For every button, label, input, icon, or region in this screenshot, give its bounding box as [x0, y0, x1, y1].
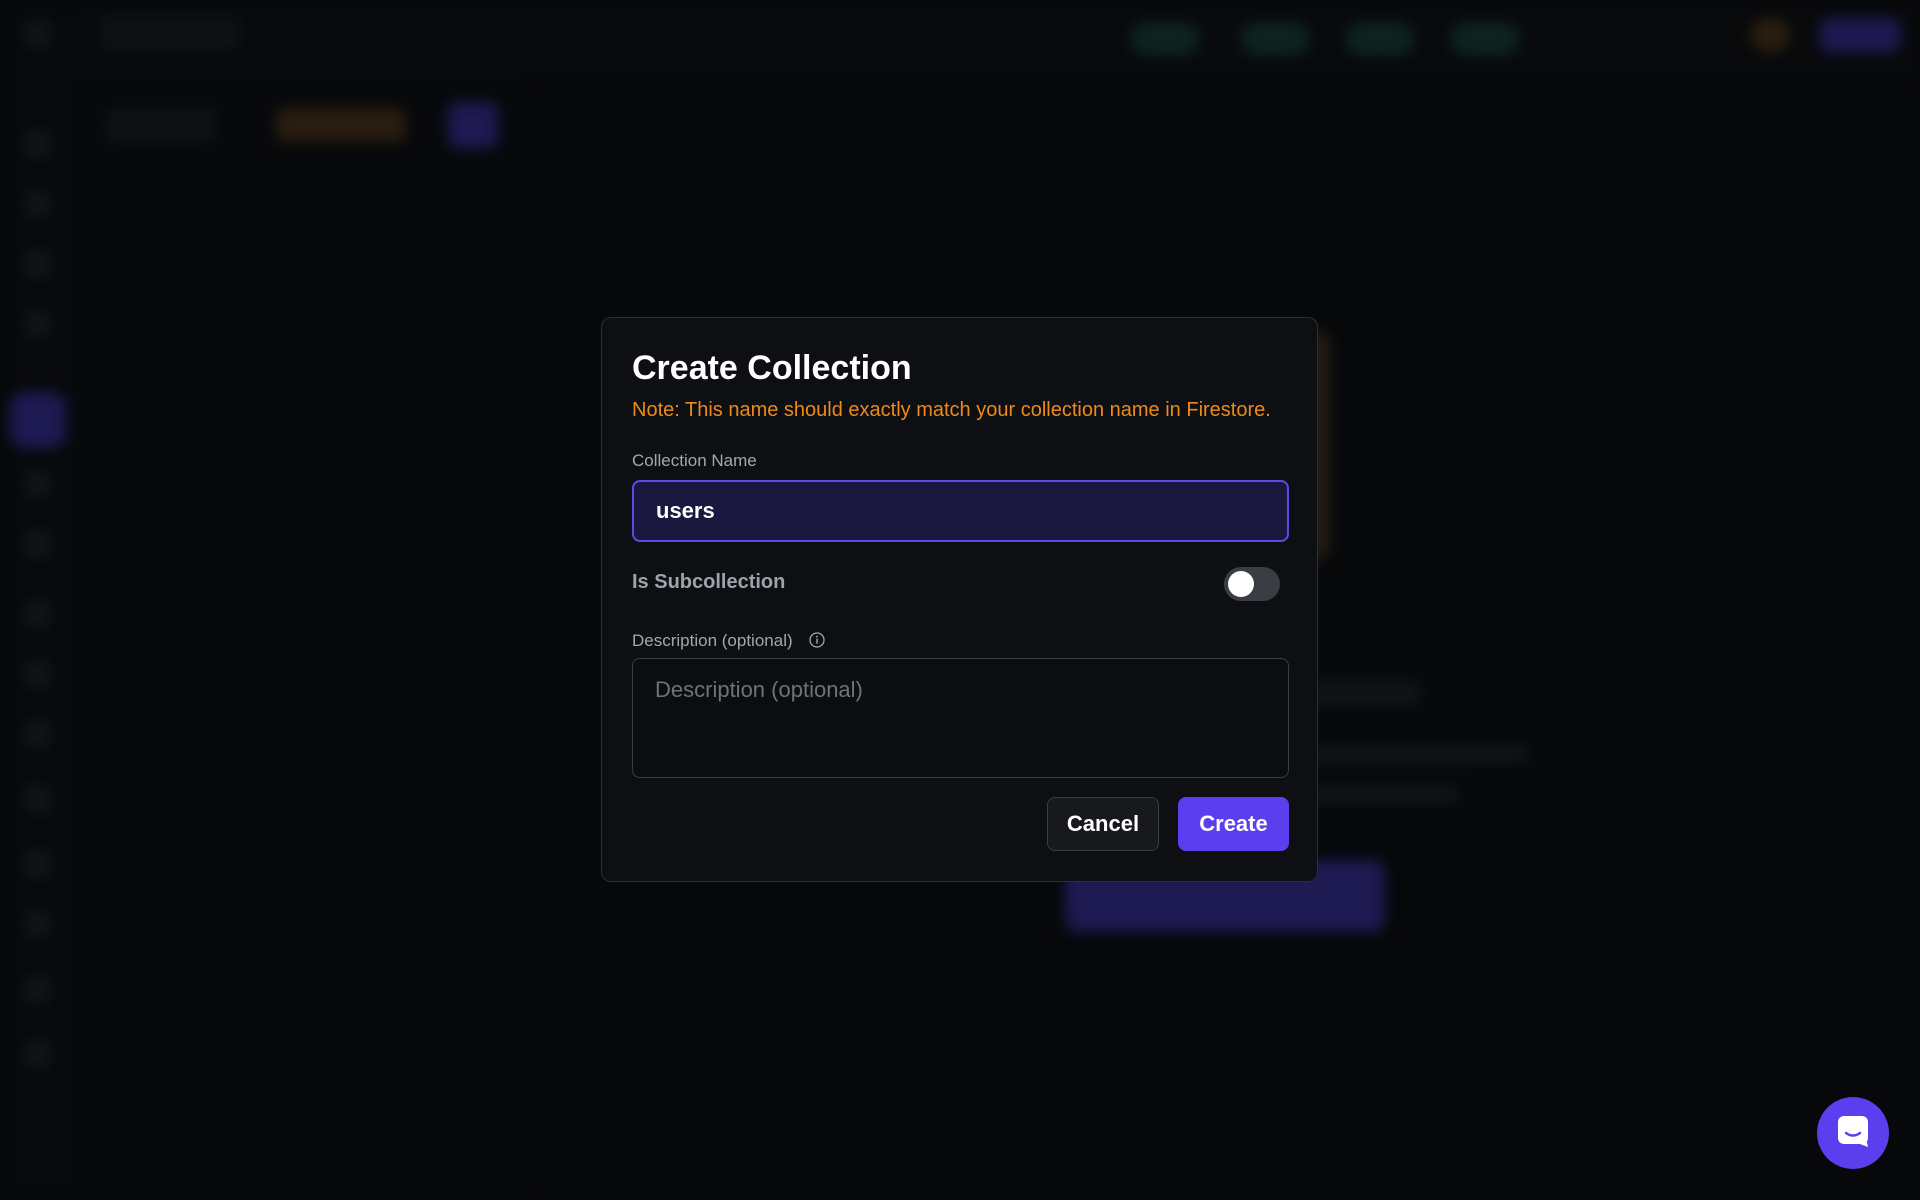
create-collection-dialog: Create Collection Note: This name should… [601, 317, 1318, 882]
info-icon[interactable] [809, 632, 825, 648]
subcollection-label: Is Subcollection [632, 571, 786, 593]
description-label: Description (optional) [632, 631, 793, 650]
toggle-knob [1228, 571, 1254, 597]
chat-icon [1836, 1114, 1870, 1153]
subcollection-toggle[interactable] [1224, 567, 1280, 601]
collection-name-input[interactable] [632, 480, 1289, 542]
dialog-title: Create Collection [632, 349, 912, 387]
create-button[interactable]: Create [1178, 797, 1289, 851]
firestore-name-note: Note: This name should exactly match you… [632, 399, 1271, 421]
chat-launcher-button[interactable] [1817, 1097, 1889, 1169]
description-input[interactable] [632, 658, 1289, 778]
cancel-button[interactable]: Cancel [1047, 797, 1159, 851]
collection-name-label: Collection Name [632, 451, 757, 470]
